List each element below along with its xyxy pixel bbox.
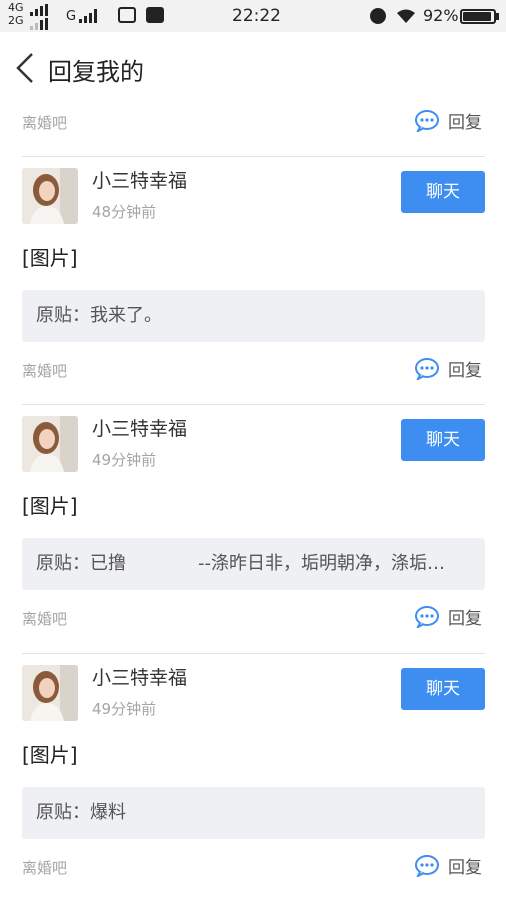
quote-text: 原贴：已撸 --涤昨日非，垢明朝净，涤垢… xyxy=(36,553,445,574)
app-notification-icon xyxy=(146,7,164,23)
alarm-icon xyxy=(370,8,386,24)
quote-text: 原贴：我来了。 xyxy=(36,305,162,326)
reply-button[interactable]: 回复 xyxy=(414,108,482,133)
avatar[interactable] xyxy=(22,168,78,224)
forum-name[interactable]: 离婚吧 xyxy=(22,608,67,629)
comment-icon xyxy=(415,357,439,380)
original-post-quote[interactable]: 原贴：已撸 --涤昨日非，垢明朝净，涤垢… xyxy=(22,538,485,590)
reply-item: 小三特幸福 49分钟前 聊天 [图片] 原贴：爆料 离婚吧 回复 xyxy=(22,653,485,888)
reply-label: 回复 xyxy=(448,609,482,629)
reply-button[interactable]: 回复 xyxy=(414,604,482,629)
reply-label: 回复 xyxy=(448,361,482,381)
original-post-quote[interactable]: 原贴：我来了。 xyxy=(22,290,485,342)
item-footer: 离婚吧 回复 xyxy=(22,108,485,138)
comment-icon xyxy=(415,854,439,877)
avatar[interactable] xyxy=(22,665,78,721)
timestamp: 48分钟前 xyxy=(92,203,157,221)
item-footer: 离婚吧 回复 xyxy=(22,853,485,883)
item-footer: 离婚吧 回复 xyxy=(22,356,485,386)
username[interactable]: 小三特幸福 xyxy=(92,663,187,690)
reply-button[interactable]: 回复 xyxy=(414,356,482,381)
page-header: 回复我的 xyxy=(0,32,506,104)
timestamp: 49分钟前 xyxy=(92,451,157,469)
original-post-quote[interactable]: 原贴：爆料 xyxy=(22,787,485,839)
avatar-image xyxy=(22,416,78,472)
chat-button[interactable]: 聊天 xyxy=(401,171,485,213)
status-bar: 4G 2G G 22:22 92% xyxy=(0,0,506,32)
screenshot-icon xyxy=(118,7,136,23)
avatar-image xyxy=(22,168,78,224)
battery-percent: 92% xyxy=(423,6,459,25)
signal-icon xyxy=(30,4,48,16)
reply-button[interactable]: 回复 xyxy=(414,853,482,878)
network-type: 4G 2G xyxy=(8,2,24,28)
username[interactable]: 小三特幸福 xyxy=(92,414,187,441)
comment-icon xyxy=(415,605,439,628)
chat-button[interactable]: 聊天 xyxy=(401,419,485,461)
reply-content[interactable]: [图片] xyxy=(22,739,78,768)
forum-name[interactable]: 离婚吧 xyxy=(22,112,67,133)
item-footer: 离婚吧 回复 xyxy=(22,604,485,634)
chat-button[interactable]: 聊天 xyxy=(401,668,485,710)
avatar-image xyxy=(22,665,78,721)
forum-name[interactable]: 离婚吧 xyxy=(22,857,67,878)
signal-icon-3 xyxy=(79,9,97,23)
network-type-bottom: 2G xyxy=(8,14,24,27)
clock: 22:22 xyxy=(232,6,281,26)
forum-name[interactable]: 离婚吧 xyxy=(22,360,67,381)
reply-label: 回复 xyxy=(448,113,482,133)
reply-item: 小三特幸福 49分钟前 聊天 [图片] 原贴：已撸 --涤昨日非，垢明朝净，涤垢… xyxy=(22,404,485,639)
reply-label: 回复 xyxy=(448,858,482,878)
battery-icon xyxy=(460,9,496,24)
back-icon[interactable] xyxy=(12,48,42,88)
page-title: 回复我的 xyxy=(48,58,144,86)
timestamp: 49分钟前 xyxy=(92,700,157,718)
comment-icon xyxy=(415,109,439,132)
signal-icon-2 xyxy=(30,18,48,30)
username[interactable]: 小三特幸福 xyxy=(92,166,187,193)
avatar[interactable] xyxy=(22,416,78,472)
quote-text: 原贴：爆料 xyxy=(36,802,126,823)
carrier-label: G xyxy=(66,9,77,24)
reply-content[interactable]: [图片] xyxy=(22,242,78,271)
battery-tip xyxy=(496,13,499,20)
reply-content[interactable]: [图片] xyxy=(22,490,78,519)
wifi-icon xyxy=(397,9,415,23)
reply-item: 小三特幸福 48分钟前 聊天 [图片] 原贴：我来了。 离婚吧 回复 xyxy=(22,156,485,391)
